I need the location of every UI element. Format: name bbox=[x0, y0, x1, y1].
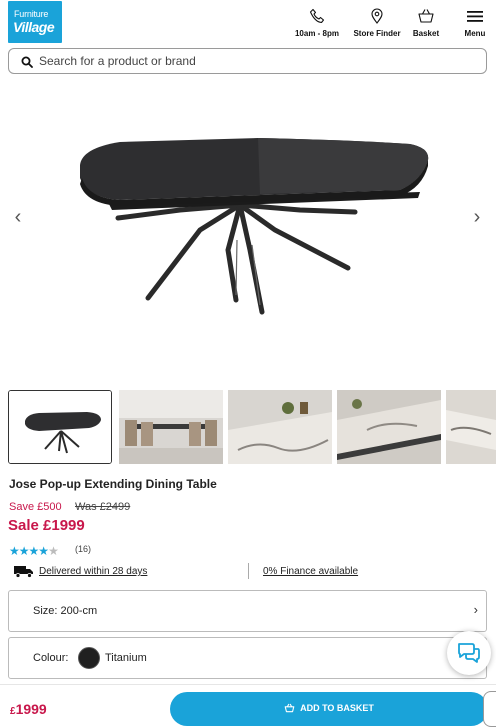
search-icon bbox=[21, 56, 33, 68]
logo-line-1: Furniture bbox=[14, 9, 49, 19]
bottom-price: £1999 bbox=[10, 701, 47, 717]
colour-name: Titanium bbox=[105, 652, 147, 664]
delivery-link[interactable]: Delivered within 28 days bbox=[39, 566, 147, 577]
thumbnail-1[interactable] bbox=[8, 390, 112, 464]
thumbnail-2[interactable] bbox=[119, 390, 223, 464]
search-bar[interactable] bbox=[8, 48, 487, 74]
chevron-right-icon: › bbox=[473, 602, 478, 617]
review-count[interactable]: (16) bbox=[75, 544, 91, 554]
size-label: Size: 200-cm bbox=[33, 605, 98, 617]
star-icon: ★ bbox=[38, 544, 49, 558]
opening-hours-label: 10am - 8pm bbox=[294, 29, 340, 38]
sticky-add-bar: £1999 ADD TO BASKET bbox=[0, 684, 496, 727]
product-main-image[interactable] bbox=[0, 80, 496, 380]
product-title: Jose Pop-up Extending Dining Table bbox=[9, 477, 217, 491]
chat-button[interactable] bbox=[447, 631, 491, 675]
gallery-prev-arrow[interactable]: ‹ bbox=[8, 205, 28, 229]
basket-label: Basket bbox=[412, 29, 440, 38]
bottom-price-value: 1999 bbox=[15, 701, 47, 717]
colour-label: Colour: bbox=[33, 652, 69, 664]
finance-link[interactable]: 0% Finance available bbox=[263, 566, 358, 577]
delivery-truck-icon bbox=[14, 566, 33, 578]
opening-hours-link[interactable]: 10am - 8pm bbox=[290, 8, 344, 38]
gallery-thumbnails bbox=[8, 390, 496, 466]
dining-table-image bbox=[80, 138, 429, 315]
side-tab[interactable] bbox=[483, 691, 496, 727]
thumbnail-3[interactable] bbox=[228, 390, 332, 464]
rating-stars[interactable]: ★★★★★ bbox=[9, 544, 59, 558]
thumbnail-5[interactable] bbox=[446, 390, 496, 464]
colour-swatch bbox=[78, 647, 100, 669]
star-icon: ★ bbox=[9, 544, 20, 558]
location-pin-icon bbox=[371, 8, 383, 24]
add-to-basket-label: ADD TO BASKET bbox=[300, 703, 374, 713]
info-divider bbox=[248, 563, 249, 579]
basket-icon bbox=[284, 703, 295, 713]
basket-icon bbox=[418, 9, 434, 23]
was-price: Was £2499 bbox=[75, 501, 131, 513]
star-icon: ★ bbox=[28, 544, 40, 558]
site-header: Furniture Village 10am - 8pm Store Finde… bbox=[0, 0, 496, 44]
store-finder-label: Store Finder bbox=[353, 29, 401, 38]
basket-link[interactable]: Basket bbox=[408, 8, 444, 38]
furniture-village-logo[interactable]: Furniture Village bbox=[8, 1, 62, 43]
save-amount: Save £500 bbox=[9, 501, 62, 513]
star-icon: ★ bbox=[18, 544, 30, 558]
logo-line-2: Village bbox=[13, 19, 55, 35]
sale-price: Sale £1999 bbox=[8, 517, 85, 534]
size-selector[interactable]: Size: 200-cm › bbox=[8, 590, 487, 632]
chat-bubbles-icon bbox=[458, 643, 480, 663]
add-to-basket-button[interactable]: ADD TO BASKET bbox=[170, 692, 488, 726]
menu-button[interactable]: Menu bbox=[460, 8, 490, 38]
store-finder-link[interactable]: Store Finder bbox=[350, 8, 404, 38]
search-input[interactable] bbox=[39, 52, 479, 70]
thumbnail-4[interactable] bbox=[337, 390, 441, 464]
phone-icon bbox=[309, 8, 325, 24]
star-empty-icon: ★ bbox=[48, 544, 59, 558]
menu-label: Menu bbox=[464, 29, 486, 38]
gallery-next-arrow[interactable]: › bbox=[467, 205, 487, 229]
colour-selector[interactable]: Colour: Titanium bbox=[8, 637, 487, 679]
hamburger-menu-icon bbox=[467, 11, 483, 22]
